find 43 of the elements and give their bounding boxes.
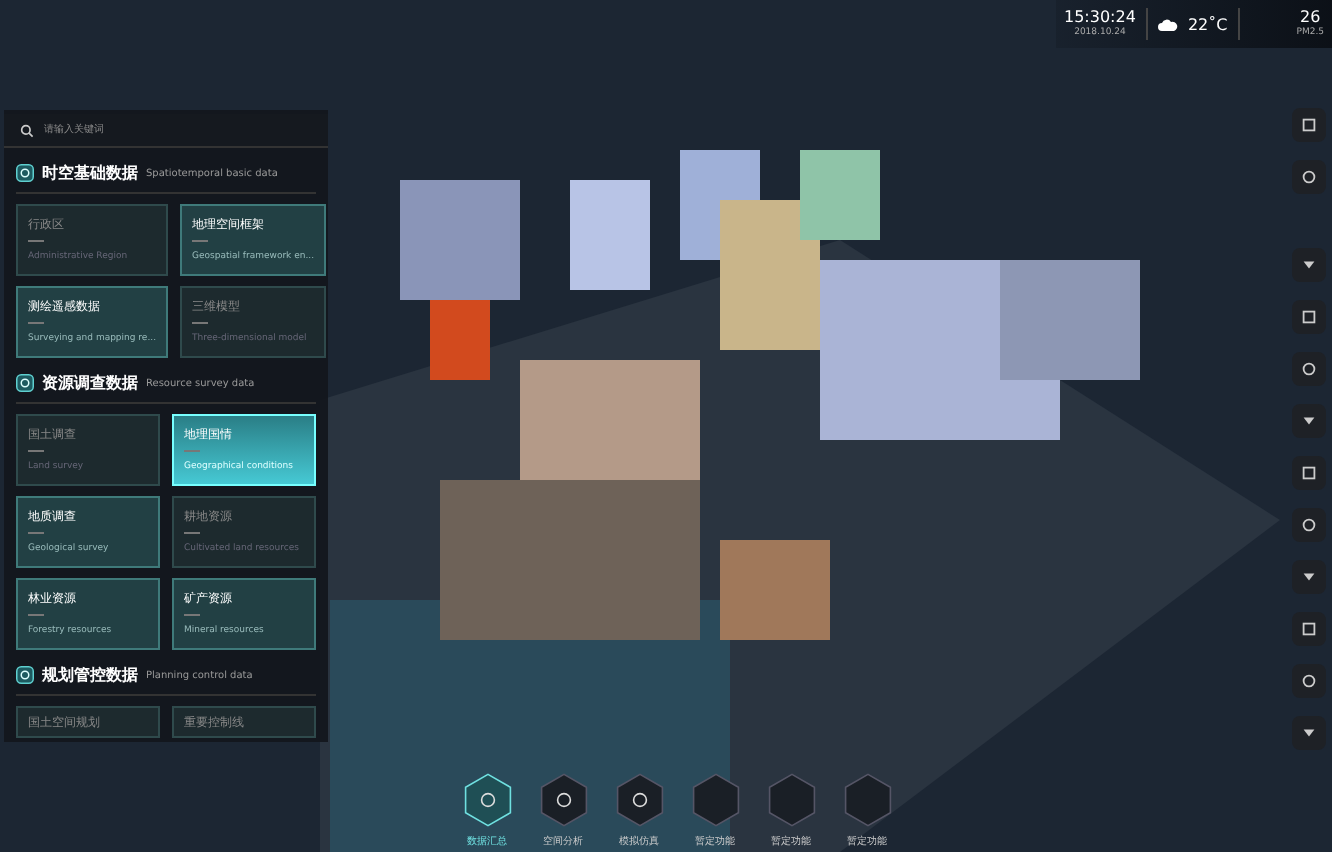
triangle-icon	[1300, 256, 1318, 274]
square-icon	[1300, 116, 1318, 134]
rotate-tool-button[interactable]	[1292, 404, 1326, 438]
navigate-tool-button[interactable]	[1292, 456, 1326, 490]
triangle-icon	[1300, 568, 1318, 586]
square-icon	[1300, 308, 1318, 326]
zoom-search-tool-button[interactable]	[1292, 300, 1326, 334]
square-icon	[1300, 464, 1318, 482]
cloud-icon	[1157, 17, 1178, 31]
pen-tool-button[interactable]	[1292, 560, 1326, 594]
section-title: 时空基础数据	[42, 162, 138, 184]
circle-icon	[1300, 672, 1318, 690]
hexagon-icon	[539, 772, 587, 828]
circle-icon	[1300, 168, 1318, 186]
layers-tool-button[interactable]	[1292, 108, 1326, 142]
hexagon-icon	[463, 772, 511, 828]
triangle-icon	[1300, 724, 1318, 742]
hexagon-icon	[615, 772, 663, 828]
building-block	[720, 540, 830, 640]
circle-icon	[1300, 360, 1318, 378]
locate-tool-button[interactable]	[1292, 508, 1326, 542]
hexagon-icon	[843, 772, 891, 828]
section-icon	[16, 666, 34, 684]
building-block	[570, 180, 650, 290]
section-title: 规划管控数据	[42, 664, 138, 686]
hierarchy-tool-button[interactable]	[1292, 664, 1326, 698]
cube-tool-button[interactable]	[1292, 612, 1326, 646]
clock-time: 15:30:24	[1064, 8, 1136, 27]
section-icon	[16, 374, 34, 392]
move-tool-button[interactable]	[1292, 352, 1326, 386]
section-icon	[16, 164, 34, 182]
buildings-tool-button[interactable]	[1292, 160, 1326, 194]
split-tool-button[interactable]	[1292, 716, 1326, 750]
search-icon	[20, 124, 34, 138]
hexagon-icon	[691, 772, 739, 828]
hexagon-icon	[767, 772, 815, 828]
circle-icon	[1300, 516, 1318, 534]
section-title: 资源调查数据	[42, 372, 138, 394]
temperature-label: 22˚C	[1187, 15, 1228, 33]
triangle-icon	[1300, 412, 1318, 430]
dropdown-tool-button[interactable]	[1292, 248, 1326, 282]
air-quality-value: 26	[1300, 8, 1321, 27]
square-icon	[1300, 620, 1318, 638]
